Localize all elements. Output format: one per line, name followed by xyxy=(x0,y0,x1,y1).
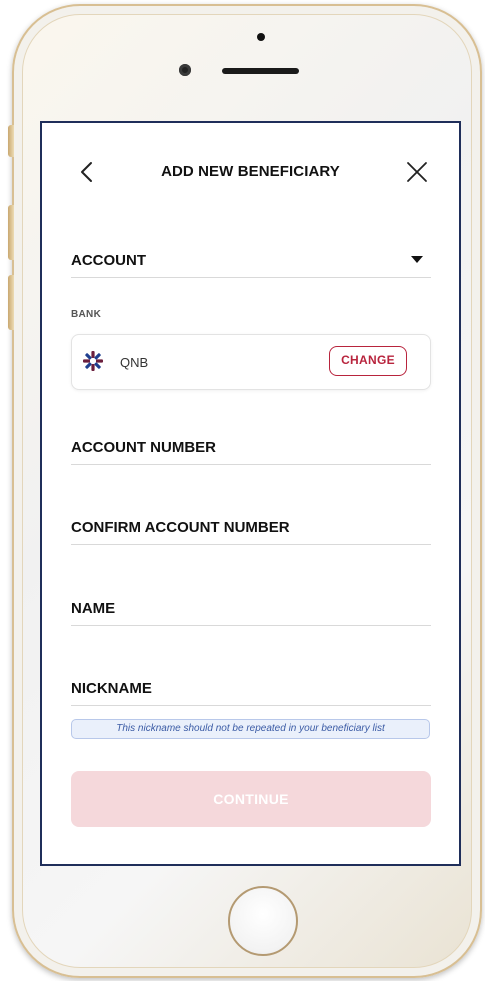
front-camera xyxy=(179,64,191,76)
account-number-label: ACCOUNT NUMBER xyxy=(71,439,216,456)
bank-selector: QNB CHANGE xyxy=(71,334,431,390)
volume-down-button[interactable] xyxy=(8,275,14,330)
bank-name: QNB xyxy=(120,355,149,370)
bank-label: BANK xyxy=(71,309,102,320)
home-button[interactable] xyxy=(228,886,298,956)
proximity-sensor xyxy=(257,33,265,41)
account-label: ACCOUNT xyxy=(71,252,146,269)
page-title: ADD NEW BENEFICIARY xyxy=(161,163,340,180)
header: ADD NEW BENEFICIARY xyxy=(42,123,459,223)
confirm-account-number-label: CONFIRM ACCOUNT NUMBER xyxy=(71,519,290,536)
app-screen: ADD NEW BENEFICIARY ACCOUNT BANK QNB CHA… xyxy=(40,121,461,866)
account-dropdown[interactable]: ACCOUNT xyxy=(71,233,431,278)
account-number-field[interactable]: ACCOUNT NUMBER xyxy=(71,423,431,465)
change-bank-button[interactable]: CHANGE xyxy=(329,346,407,376)
mute-switch[interactable] xyxy=(8,125,14,157)
name-field[interactable]: NAME xyxy=(71,584,431,626)
volume-up-button[interactable] xyxy=(8,205,14,260)
qnb-logo-icon xyxy=(83,351,103,371)
continue-button[interactable]: CONTINUE xyxy=(71,771,431,827)
confirm-account-number-field[interactable]: CONFIRM ACCOUNT NUMBER xyxy=(71,503,431,545)
earpiece-speaker xyxy=(222,68,299,74)
close-icon[interactable] xyxy=(406,161,428,183)
name-label: NAME xyxy=(71,600,116,617)
nickname-field[interactable]: NICKNAME xyxy=(71,664,431,706)
nickname-label: NICKNAME xyxy=(71,680,152,697)
caret-down-icon xyxy=(411,256,423,263)
nickname-hint: This nickname should not be repeated in … xyxy=(71,719,430,739)
